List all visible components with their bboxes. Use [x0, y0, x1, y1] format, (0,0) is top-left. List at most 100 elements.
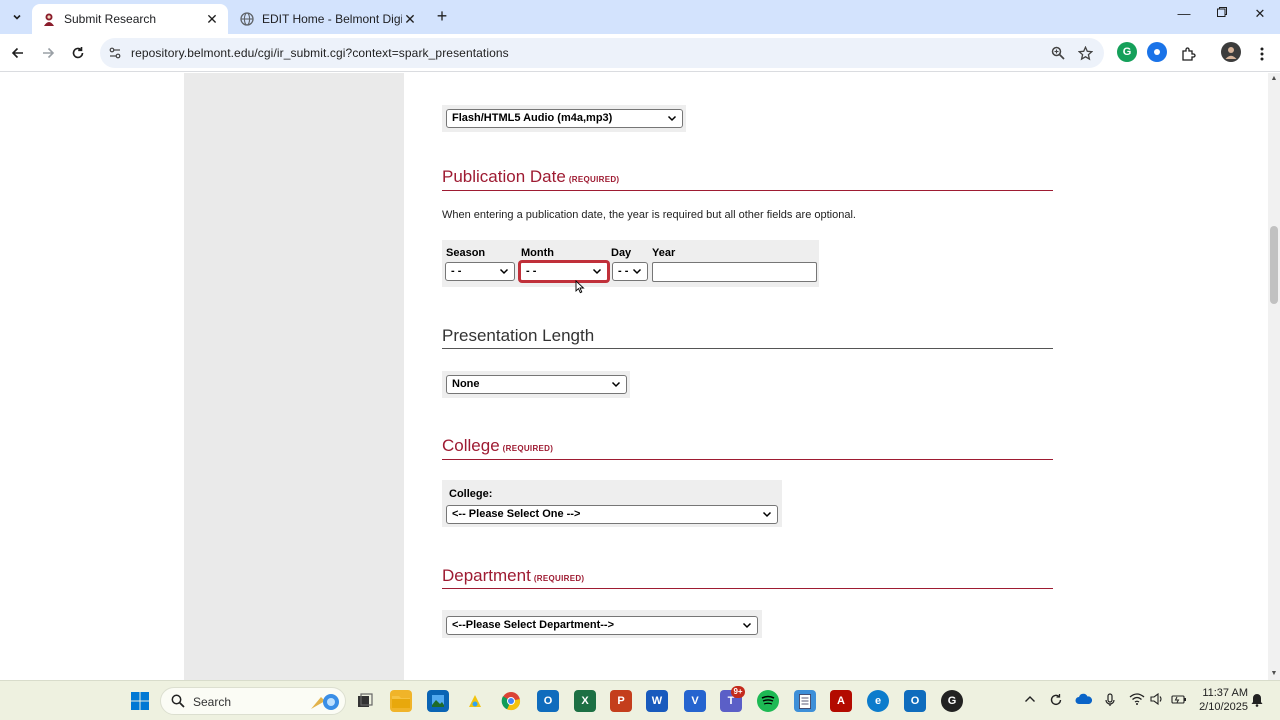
browser-tab-bar: Submit Research ✕ EDIT Home - Belmont Di…	[0, 0, 1280, 34]
mouse-pointer-icon	[575, 280, 585, 294]
chevron-down-icon	[499, 268, 509, 275]
chevron-down-icon	[667, 115, 677, 122]
grammarly-extension-icon[interactable]: G	[1117, 42, 1137, 62]
section-divider	[442, 190, 1053, 191]
presentation-length-select-value: None	[452, 378, 480, 390]
outlook-new-icon[interactable]: O	[904, 690, 926, 712]
presentation-length-title: Presentation Length	[442, 326, 595, 345]
chevron-down-icon	[762, 511, 772, 518]
belmont-favicon-icon	[44, 13, 54, 26]
presentation-length-select[interactable]: None	[446, 375, 627, 394]
day-select[interactable]: - -	[612, 262, 648, 281]
minimize-window-icon[interactable]: —	[1172, 6, 1196, 26]
chrome-icon[interactable]	[500, 690, 522, 712]
tab-submit-research[interactable]: Submit Research ✕	[32, 4, 228, 34]
media-type-select-value: Flash/HTML5 Audio (m4a,mp3)	[452, 112, 613, 124]
close-tab-icon[interactable]: ✕	[204, 11, 220, 27]
user-avatar-icon[interactable]	[1221, 42, 1241, 62]
tab-title: Submit Research	[64, 12, 157, 26]
teams-notification-badge: 9+	[731, 686, 745, 698]
vertical-scrollbar[interactable]: ▲ ▼	[1268, 73, 1280, 680]
month-label: Month	[521, 247, 554, 259]
publication-date-title: Publication Date	[442, 167, 566, 186]
edge-icon[interactable]: e	[867, 690, 889, 712]
year-input[interactable]	[652, 262, 817, 282]
visio-icon[interactable]: V	[684, 690, 706, 712]
word-icon[interactable]: W	[646, 690, 668, 712]
site-info-icon[interactable]	[108, 46, 122, 60]
clock-date: 2/10/2025	[1199, 701, 1248, 713]
close-window-icon[interactable]: ✕	[1248, 6, 1272, 26]
acrobat-icon[interactable]: A	[830, 690, 852, 712]
scrollbar-thumb[interactable]	[1270, 226, 1278, 304]
sync-icon[interactable]	[1049, 693, 1063, 710]
college-heading: College (REQUIRED)	[442, 436, 553, 456]
extensions-puzzle-icon[interactable]	[1176, 42, 1200, 66]
excel-icon[interactable]: X	[574, 690, 596, 712]
address-bar[interactable]: repository.belmont.edu/cgi/ir_submit.cgi…	[100, 38, 1104, 68]
forward-arrow-icon[interactable]	[36, 41, 60, 65]
show-hidden-icons-chevron-icon[interactable]	[1024, 693, 1036, 707]
college-select-value: <-- Please Select One -->	[452, 508, 581, 520]
battery-icon[interactable]	[1171, 693, 1187, 708]
tab-edit-home[interactable]: EDIT Home - Belmont Digital Re ✕	[230, 4, 426, 34]
onedrive-cloud-icon[interactable]	[1075, 693, 1093, 708]
month-select[interactable]: - -	[519, 261, 609, 282]
college-label: College:	[449, 488, 493, 500]
season-select[interactable]: - -	[445, 262, 515, 281]
season-label: Season	[446, 247, 486, 259]
scroll-up-arrow-icon[interactable]: ▲	[1268, 73, 1280, 85]
github-icon[interactable]: G	[941, 690, 963, 712]
required-tag: (REQUIRED)	[502, 444, 554, 453]
outlook-icon[interactable]: O	[537, 690, 559, 712]
close-tab-icon[interactable]: ✕	[402, 11, 418, 27]
bookmark-star-icon[interactable]	[1077, 45, 1093, 61]
chevron-down-icon	[742, 622, 752, 629]
search-icon	[171, 694, 185, 708]
browser-toolbar: repository.belmont.edu/cgi/ir_submit.cgi…	[0, 34, 1280, 72]
department-heading: Department (REQUIRED)	[442, 566, 584, 586]
day-select-value: - -	[618, 265, 629, 277]
volume-icon[interactable]	[1150, 692, 1164, 708]
tab-title: EDIT Home - Belmont Digital Re	[262, 12, 402, 26]
college-select[interactable]: <-- Please Select One -->	[446, 505, 778, 524]
college-title: College	[442, 436, 500, 455]
clock-time: 11:37 AM	[1202, 687, 1248, 699]
powerpoint-icon[interactable]: P	[610, 690, 632, 712]
restore-window-icon[interactable]	[1210, 6, 1234, 26]
photos-app-icon[interactable]	[427, 690, 449, 712]
browser-menu-kebab-icon[interactable]	[1250, 42, 1274, 66]
spotify-icon[interactable]	[757, 690, 779, 712]
wifi-icon[interactable]	[1129, 693, 1145, 708]
season-select-value: - -	[451, 265, 462, 277]
section-divider	[442, 348, 1053, 349]
zoom-magnifier-icon[interactable]	[1050, 45, 1066, 61]
task-view-icon[interactable]	[354, 690, 376, 712]
scroll-down-arrow-icon[interactable]: ▼	[1268, 668, 1280, 680]
microphone-icon[interactable]	[1105, 693, 1115, 710]
section-divider	[442, 588, 1053, 589]
required-tag: (REQUIRED)	[533, 574, 585, 583]
search-highlight-icon	[311, 694, 339, 710]
year-label: Year	[652, 247, 676, 259]
windows-start-icon[interactable]	[129, 690, 151, 712]
new-tab-icon[interactable]: +	[432, 7, 452, 27]
chevron-down-icon	[632, 268, 642, 275]
day-label: Day	[611, 247, 632, 259]
media-type-select[interactable]: Flash/HTML5 Audio (m4a,mp3)	[446, 109, 683, 128]
search-placeholder: Search	[193, 695, 232, 709]
notification-bell-icon[interactable]	[1251, 693, 1263, 710]
notepad-icon[interactable]	[794, 690, 816, 712]
taskbar-search-box[interactable]: Search	[160, 687, 346, 715]
extension-profile-icon[interactable]	[1147, 42, 1167, 62]
reload-icon[interactable]	[66, 41, 90, 65]
department-select[interactable]: <--Please Select Department-->	[446, 616, 758, 635]
tab-search-chevron-icon[interactable]	[6, 6, 28, 28]
system-clock[interactable]: 11:37 AM 2/10/2025	[1196, 686, 1248, 714]
globe-icon	[240, 12, 254, 26]
url-text: repository.belmont.edu/cgi/ir_submit.cgi…	[131, 46, 509, 60]
back-arrow-icon[interactable]	[6, 41, 30, 65]
file-explorer-icon[interactable]	[390, 690, 412, 712]
windows-taskbar: Search O X P W V T 9+ A e O G 11:37 AM 2…	[0, 680, 1280, 720]
snipping-tool-icon[interactable]	[464, 690, 486, 712]
